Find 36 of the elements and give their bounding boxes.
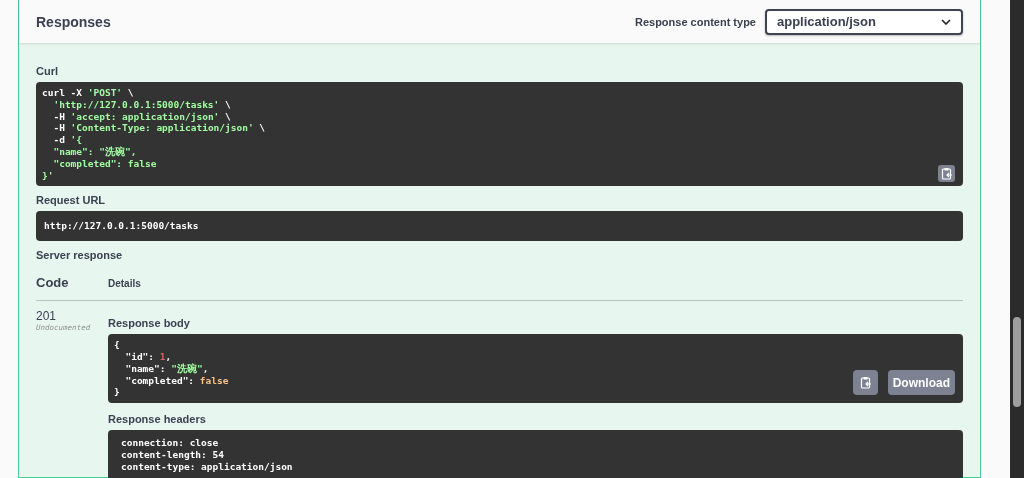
status-code: 201 xyxy=(36,309,58,324)
copy-button[interactable] xyxy=(938,165,955,183)
response-headers-label: Response headers xyxy=(108,413,207,426)
code-line: connection: close xyxy=(121,437,219,449)
code-line: content-type: application/json xyxy=(121,460,293,473)
code-line: "name": "洗碗", xyxy=(52,146,137,158)
code-line: { xyxy=(114,339,120,351)
code-line: "name": "洗碗", xyxy=(124,362,209,375)
code-line: "id": 1, xyxy=(124,350,172,363)
code-line: -H 'accept: application/json' \ xyxy=(52,110,231,123)
chevron-down-icon xyxy=(941,18,951,25)
code-line: 'http://127.0.0.1:5000/tasks' \ xyxy=(52,98,231,111)
server-response-label: Server response xyxy=(36,249,124,262)
scrollbar[interactable] xyxy=(1010,0,1024,478)
copy-button[interactable] xyxy=(853,370,878,396)
request-url-label: Request URL xyxy=(36,194,107,207)
download-button[interactable]: Download xyxy=(887,370,955,396)
response-body-label: Response body xyxy=(108,317,191,330)
code-line: "completed": false xyxy=(124,374,229,387)
code-line: "completed": false xyxy=(52,157,157,170)
code-line: curl -X 'POST' \ xyxy=(42,87,134,99)
content-type-select[interactable]: application/json xyxy=(765,8,963,35)
curl-label: Curl xyxy=(36,65,59,77)
request-url-value: http://127.0.0.1:5000/tasks xyxy=(36,211,963,242)
section-title: Responses xyxy=(36,13,111,30)
scrollbar-thumb[interactable] xyxy=(1013,317,1021,407)
code-line: -H 'Content-Type: application/json' \ xyxy=(52,122,266,135)
code-line: } xyxy=(114,386,120,399)
code-line: -d '{ xyxy=(52,134,83,146)
clipboard-icon xyxy=(859,376,872,390)
code-line: content-length: 54 xyxy=(121,448,224,461)
content-type-label: Response content type xyxy=(634,15,756,28)
column-header: Details xyxy=(108,278,141,290)
code-line: }' xyxy=(42,169,54,182)
column-header: Code xyxy=(36,275,70,291)
clipboard-icon xyxy=(940,167,953,181)
